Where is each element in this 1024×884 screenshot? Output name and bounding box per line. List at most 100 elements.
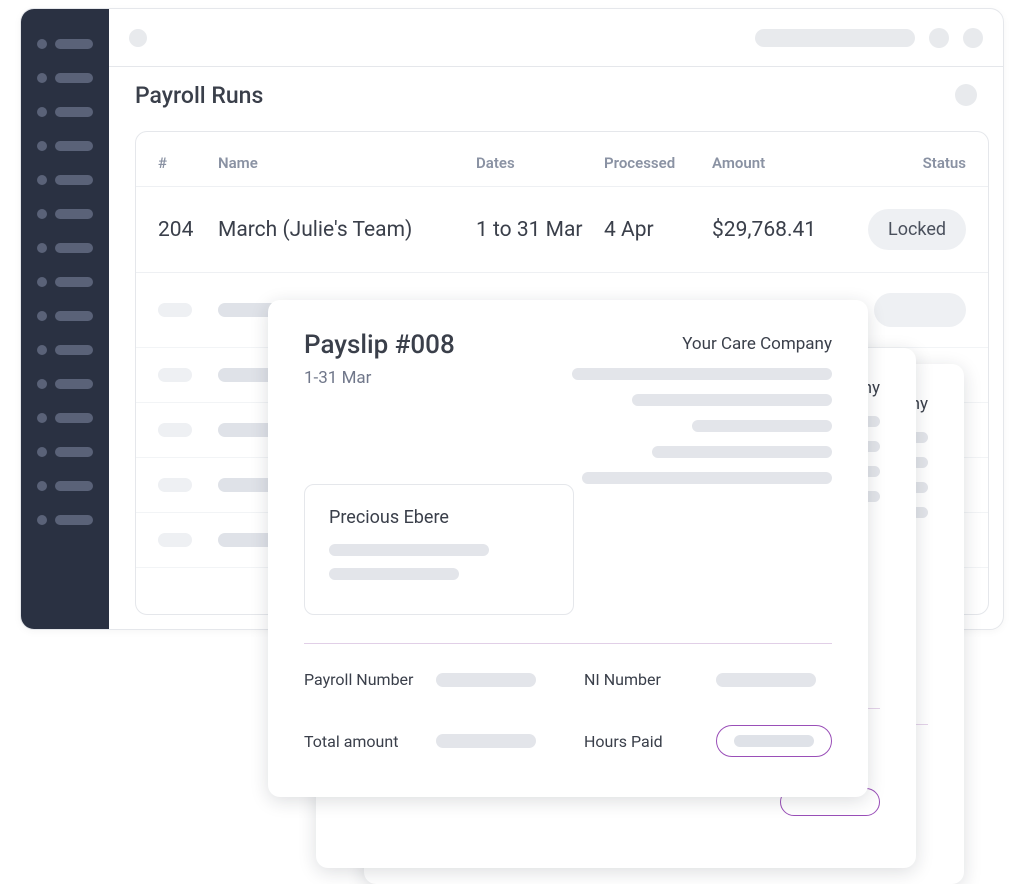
skeleton <box>632 394 832 406</box>
skeleton <box>158 423 192 437</box>
payslip-details-grid: Payroll Number NI Number Total amount Ho… <box>304 670 832 757</box>
cell-name: March (Julie's Team) <box>218 218 476 242</box>
sidebar-dot-icon <box>37 481 47 491</box>
detail-value-skeleton <box>436 673 536 687</box>
sidebar-dot-icon <box>37 73 47 83</box>
detail-value-skeleton <box>436 734 536 748</box>
sidebar-item[interactable] <box>37 107 93 117</box>
sidebar-dot-icon <box>37 345 47 355</box>
status-badge: Locked <box>868 209 966 250</box>
sidebar-label-skeleton <box>55 379 93 389</box>
detail-label: Payroll Number <box>304 670 418 689</box>
detail-ni-number: NI Number <box>584 670 832 689</box>
column-header-processed[interactable]: Processed <box>604 154 712 172</box>
sidebar-dot-icon <box>37 413 47 423</box>
column-header-dates[interactable]: Dates <box>476 154 604 172</box>
skeleton <box>158 303 192 317</box>
skeleton <box>692 420 832 432</box>
cell-amount: $29,768.41 <box>712 218 868 242</box>
topbar-menu-icon[interactable] <box>129 29 147 47</box>
detail-label: Hours Paid <box>584 732 698 751</box>
skeleton <box>734 735 814 747</box>
sidebar-item[interactable] <box>37 277 93 287</box>
sidebar-label-skeleton <box>55 515 93 525</box>
topbar-action-icon[interactable] <box>929 28 949 48</box>
sidebar-item[interactable] <box>37 175 93 185</box>
company-details-skeleton <box>572 368 832 484</box>
sidebar-label-skeleton <box>55 141 93 151</box>
topbar <box>109 9 1003 67</box>
cell-dates: 1 to 31 Mar <box>476 218 604 242</box>
skeleton <box>158 478 192 492</box>
sidebar-dot-icon <box>37 277 47 287</box>
sidebar-item[interactable] <box>37 73 93 83</box>
sidebar-item[interactable] <box>37 311 93 321</box>
page-header: Payroll Runs <box>109 67 1003 123</box>
skeleton <box>158 368 192 382</box>
sidebar-dot-icon <box>37 107 47 117</box>
skeleton <box>158 533 192 547</box>
skeleton <box>652 446 832 458</box>
topbar-right <box>755 28 983 48</box>
sidebar-dot-icon <box>37 243 47 253</box>
payslip-header: Payslip #008 Your Care Company <box>304 330 832 360</box>
sidebar-item[interactable] <box>37 39 93 49</box>
column-header-amount[interactable]: Amount <box>712 154 868 172</box>
detail-payroll-number: Payroll Number <box>304 670 552 689</box>
sidebar-dot-icon <box>37 379 47 389</box>
sidebar-item[interactable] <box>37 481 93 491</box>
sidebar-item[interactable] <box>37 413 93 423</box>
hours-paid-input[interactable] <box>716 725 832 757</box>
column-header-status[interactable]: Status <box>868 154 966 172</box>
column-header-name[interactable]: Name <box>218 154 476 172</box>
page-title: Payroll Runs <box>135 82 263 109</box>
sidebar-item[interactable] <box>37 141 93 151</box>
sidebar-label-skeleton <box>55 311 93 321</box>
topbar-action-icon[interactable] <box>963 28 983 48</box>
cell-number: 204 <box>158 218 218 242</box>
sidebar-dot-icon <box>37 447 47 457</box>
sidebar-label-skeleton <box>55 277 93 287</box>
skeleton <box>329 544 489 556</box>
sidebar-dot-icon <box>37 311 47 321</box>
divider <box>304 643 832 644</box>
sidebar-label-skeleton <box>55 175 93 185</box>
sidebar-label-skeleton <box>55 73 93 83</box>
sidebar-dot-icon <box>37 39 47 49</box>
detail-value-skeleton <box>716 673 816 687</box>
sidebar-label-skeleton <box>55 447 93 457</box>
sidebar-item[interactable] <box>37 243 93 253</box>
skeleton <box>874 293 966 327</box>
sidebar <box>21 9 109 629</box>
detail-label: Total amount <box>304 732 418 751</box>
skeleton <box>582 472 832 484</box>
sidebar-label-skeleton <box>55 481 93 491</box>
detail-total-amount: Total amount <box>304 725 552 757</box>
table-row[interactable]: 204 March (Julie's Team) 1 to 31 Mar 4 A… <box>136 187 988 273</box>
sidebar-label-skeleton <box>55 345 93 355</box>
sidebar-label-skeleton <box>55 107 93 117</box>
sidebar-label-skeleton <box>55 209 93 219</box>
column-header-number[interactable]: # <box>158 154 218 172</box>
avatar[interactable] <box>955 84 977 106</box>
sidebar-dot-icon <box>37 209 47 219</box>
table-header-row: # Name Dates Processed Amount Status <box>136 132 988 187</box>
sidebar-item[interactable] <box>37 379 93 389</box>
detail-label: NI Number <box>584 670 698 689</box>
employee-box: Precious Ebere <box>304 484 574 615</box>
payslip-title: Payslip #008 <box>304 330 455 360</box>
sidebar-item[interactable] <box>37 447 93 457</box>
skeleton <box>329 568 459 580</box>
payslip-company: Your Care Company <box>682 330 832 354</box>
sidebar-label-skeleton <box>55 413 93 423</box>
sidebar-dot-icon <box>37 141 47 151</box>
topbar-search-skeleton[interactable] <box>755 29 915 47</box>
sidebar-dot-icon <box>37 515 47 525</box>
sidebar-item[interactable] <box>37 345 93 355</box>
sidebar-item[interactable] <box>37 515 93 525</box>
sidebar-dot-icon <box>37 175 47 185</box>
sidebar-item[interactable] <box>37 209 93 219</box>
payslip-card[interactable]: Payslip #008 Your Care Company 1-31 Mar … <box>268 300 868 797</box>
cell-processed: 4 Apr <box>604 218 712 242</box>
cell-status: Locked <box>868 209 966 250</box>
